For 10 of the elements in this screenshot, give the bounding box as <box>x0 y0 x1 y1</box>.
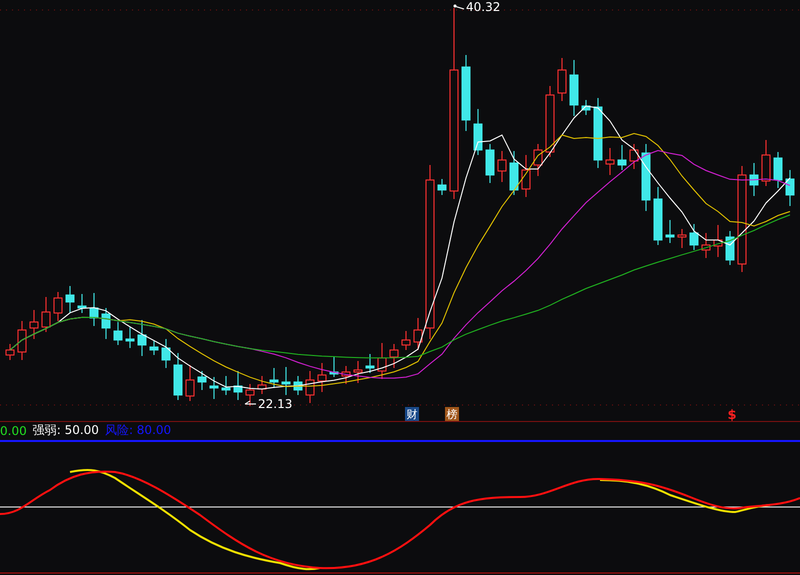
indicator-legend-text: 强弱: 50.00 <box>32 422 99 439</box>
high-price-label: 40.32 <box>466 0 500 14</box>
indicator-legend-text: 0.00 <box>0 424 27 438</box>
indicator-legend-text: 风险: 80.00 <box>104 422 172 439</box>
low-price-label: 22.13 <box>258 397 292 411</box>
event-marker[interactable]: 财 <box>406 408 418 421</box>
high-pointer-icon <box>454 4 464 10</box>
low-pointer-icon <box>244 400 256 404</box>
event-marker[interactable]: $ <box>727 408 737 422</box>
event-marker[interactable]: 榜 <box>446 408 458 421</box>
